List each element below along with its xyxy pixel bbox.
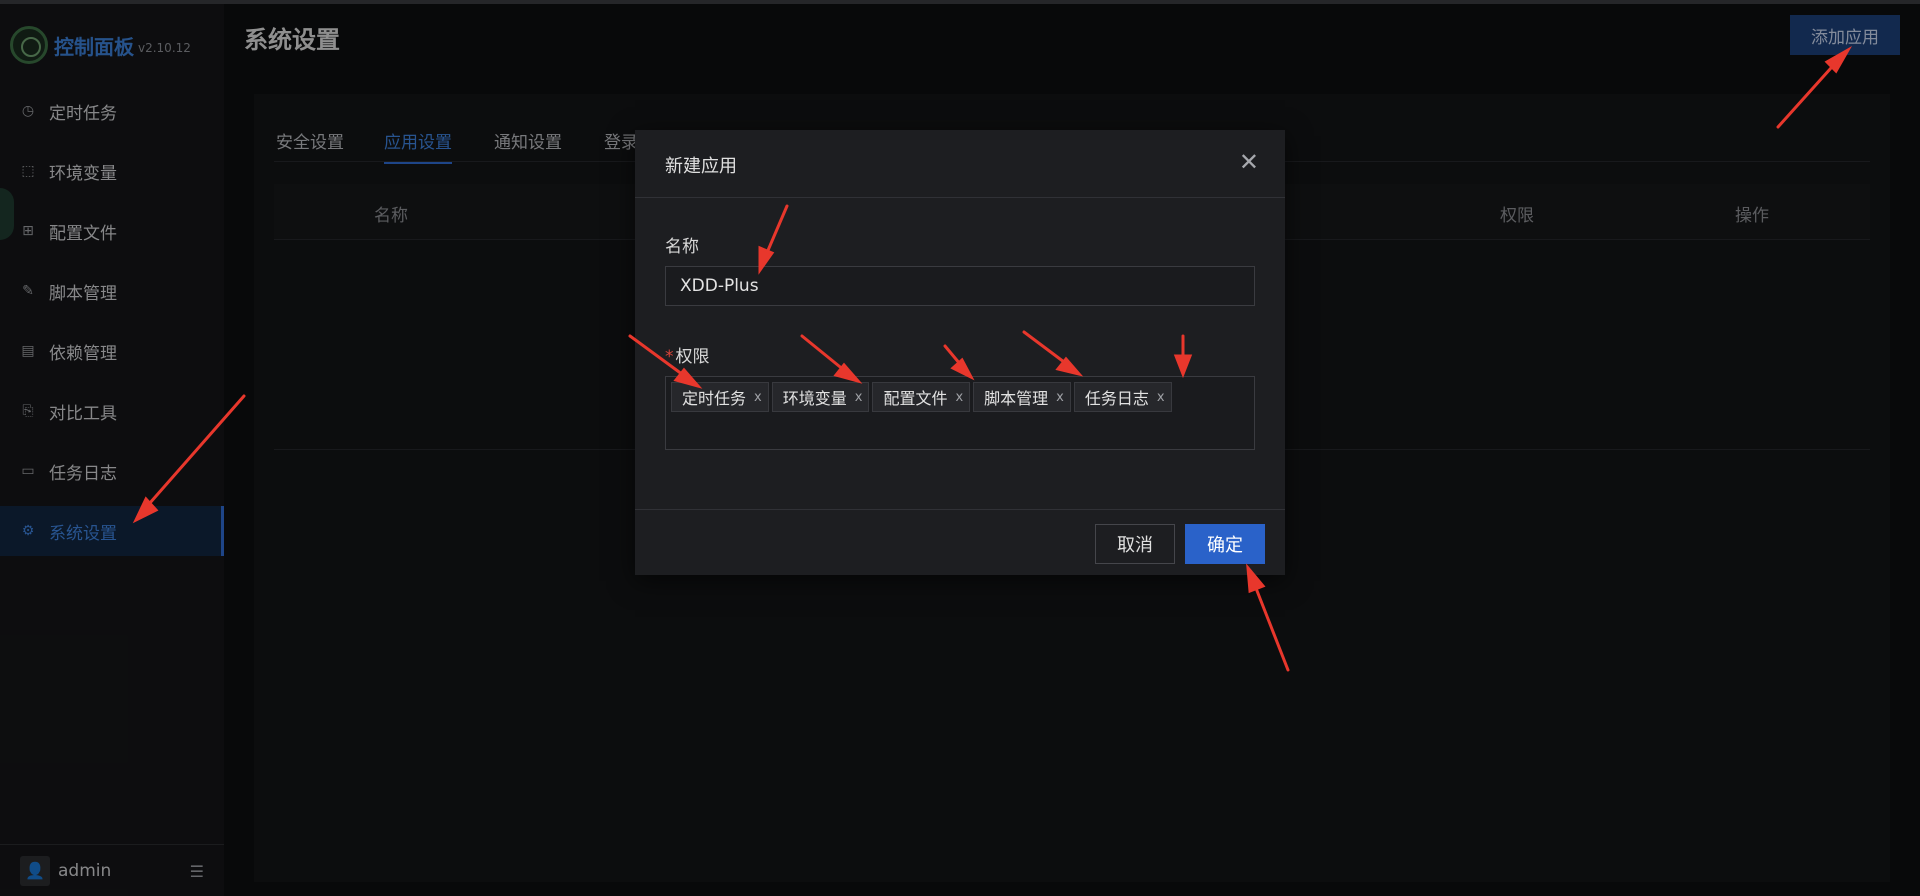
new-app-modal: 新建应用 ✕ 名称 *权限 定时任务 x 环境变量 x 配置文件 x 脚本管理 …: [635, 130, 1285, 575]
tag-remove-icon[interactable]: x: [955, 390, 963, 405]
tag-remove-icon[interactable]: x: [1157, 390, 1165, 405]
scope-tag: 任务日志 x: [1073, 382, 1172, 412]
cancel-button[interactable]: 取消: [1095, 524, 1175, 564]
scope-tag-label: 配置文件: [883, 389, 948, 408]
name-label: 名称: [665, 237, 699, 257]
close-icon[interactable]: ✕: [1239, 148, 1259, 177]
scope-tag-label: 脚本管理: [984, 389, 1049, 408]
tag-remove-icon[interactable]: x: [855, 390, 863, 405]
tag-remove-icon[interactable]: x: [1056, 390, 1064, 405]
scope-label-text: 权限: [675, 347, 710, 367]
modal-header: 新建应用 ✕: [635, 130, 1285, 198]
modal-footer: 取消 确定: [635, 509, 1285, 575]
scope-tag: 脚本管理 x: [973, 382, 1071, 412]
scope-select[interactable]: 定时任务 x 环境变量 x 配置文件 x 脚本管理 x 任务日志 x: [665, 376, 1255, 450]
scope-tag: 定时任务 x: [671, 382, 769, 412]
scope-tag: 配置文件 x: [872, 382, 971, 412]
modal-title: 新建应用: [665, 156, 737, 177]
scope-tag-label: 环境变量: [782, 389, 847, 408]
app-name-input[interactable]: [665, 266, 1255, 306]
required-star-icon: *: [665, 347, 674, 367]
scope-tag-label: 任务日志: [1084, 389, 1149, 408]
scope-tag: 环境变量 x: [771, 382, 870, 412]
scope-label: * 权限: [665, 342, 710, 367]
scope-tag-label: 定时任务: [682, 389, 747, 408]
confirm-button[interactable]: 确定: [1185, 524, 1265, 564]
tag-remove-icon[interactable]: x: [754, 390, 762, 405]
